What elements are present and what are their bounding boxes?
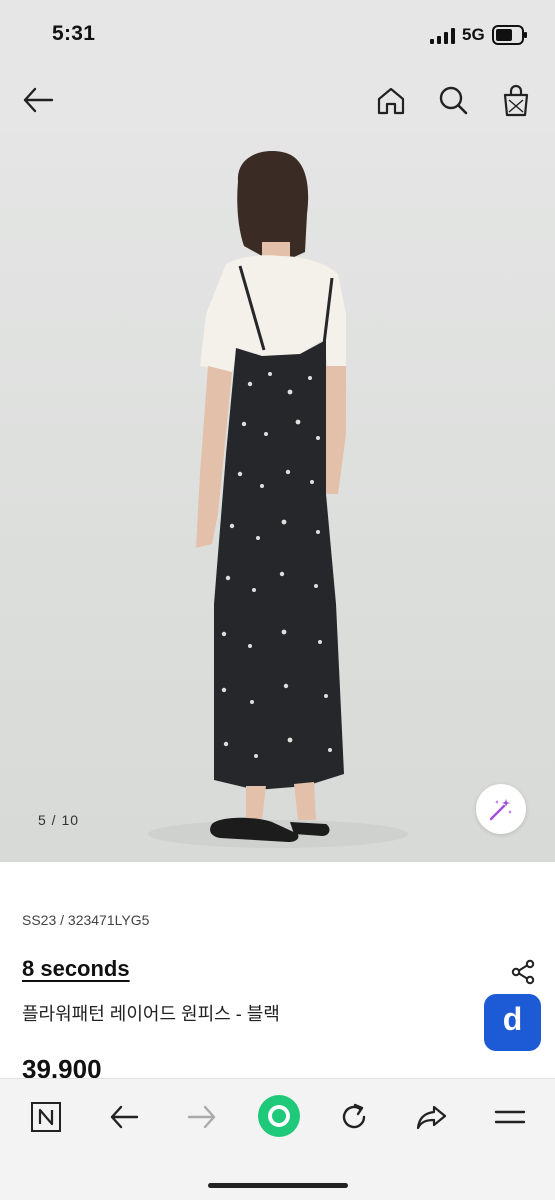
network-label: 5G xyxy=(462,25,485,44)
d-app-button[interactable]: d xyxy=(484,994,541,1051)
magic-wand-button[interactable] xyxy=(476,784,526,834)
n-tab-button[interactable] xyxy=(24,1097,68,1137)
image-counter: 5 / 10 xyxy=(38,812,80,828)
green-dot-button[interactable] xyxy=(254,1091,304,1141)
share-icon[interactable] xyxy=(510,959,536,985)
back-icon xyxy=(110,1105,139,1129)
product-code: SS23 / 323471LYG5 xyxy=(22,912,150,928)
menu-button[interactable] xyxy=(488,1097,532,1137)
product-image[interactable]: 5 / 10 xyxy=(0,134,555,862)
shopping-bag-icon[interactable] xyxy=(500,83,532,117)
reload-icon xyxy=(342,1103,366,1129)
menu-icon xyxy=(494,1110,526,1124)
home-icon[interactable] xyxy=(376,86,406,116)
back-button[interactable] xyxy=(102,1097,146,1137)
nav-bar xyxy=(0,70,555,134)
signal-bars-icon xyxy=(430,28,455,44)
forward-icon xyxy=(187,1105,216,1129)
magic-wand-icon xyxy=(489,799,512,821)
search-icon[interactable] xyxy=(438,85,468,115)
home-indicator xyxy=(208,1183,348,1188)
n-tab-icon xyxy=(31,1102,61,1132)
green-dot-icon xyxy=(258,1095,300,1137)
model-figure xyxy=(148,151,408,848)
status-bar: 5:31 5G xyxy=(0,0,555,70)
battery-icon xyxy=(492,25,527,45)
forward-button[interactable] xyxy=(180,1097,224,1137)
back-arrow-icon[interactable] xyxy=(22,86,54,114)
browser-toolbar xyxy=(0,1078,555,1200)
status-time: 5:31 xyxy=(52,22,96,45)
product-name: 플라워패턴 레이어드 원피스 - 블랙 xyxy=(22,1004,280,1024)
share-page-button[interactable] xyxy=(410,1097,454,1137)
product-info: SS23 / 323471LYG5 8 seconds 플라워패턴 레이어드 원… xyxy=(0,862,555,1084)
reload-button[interactable] xyxy=(332,1097,376,1137)
d-button-label: d xyxy=(502,1001,523,1037)
share-arrow-icon xyxy=(416,1105,447,1130)
brand-link[interactable]: 8 seconds xyxy=(22,956,130,982)
